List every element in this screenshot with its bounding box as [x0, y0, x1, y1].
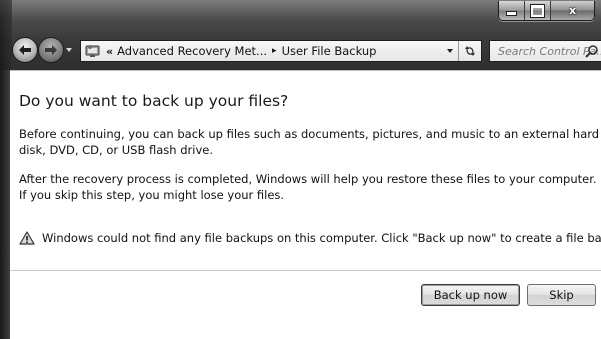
- breadcrumb-prefix[interactable]: «: [106, 45, 113, 58]
- maximize-icon: [530, 3, 545, 18]
- window-left-edge: [0, 70, 10, 339]
- explorer-window: x « Advanced Recovery Met... ▸ User File…: [0, 0, 601, 339]
- title-bar: x: [0, 0, 601, 30]
- recent-pages-dropdown[interactable]: [66, 48, 72, 52]
- search-icon[interactable]: [585, 44, 599, 58]
- address-bar[interactable]: « Advanced Recovery Met... ▸ User File B…: [80, 40, 482, 62]
- maximize-button[interactable]: [525, 1, 551, 20]
- forward-arrow-icon: [45, 45, 57, 55]
- navigation-bar: « Advanced Recovery Met... ▸ User File B…: [0, 33, 601, 67]
- refresh-icon: [465, 46, 475, 56]
- backup-description: Before continuing, you can back up files…: [19, 127, 600, 157]
- divider: [10, 270, 601, 271]
- control-panel-icon: [85, 43, 101, 59]
- breadcrumb: « Advanced Recovery Met... ▸ User File B…: [106, 44, 376, 58]
- warning-text: Windows could not find any file backups …: [42, 231, 601, 245]
- back-arrow-icon: [19, 45, 31, 55]
- refresh-button[interactable]: [458, 41, 481, 61]
- back-button[interactable]: [12, 37, 38, 63]
- forward-button[interactable]: [38, 37, 64, 63]
- minimize-button[interactable]: [499, 1, 525, 20]
- restore-description: After the recovery process is completed,…: [19, 172, 597, 202]
- search-input[interactable]: Search Control Pa...: [489, 40, 601, 62]
- content-pane: Do you want to back up your files? Befor…: [10, 70, 601, 339]
- close-button[interactable]: x: [551, 1, 594, 20]
- caption-buttons: x: [498, 1, 595, 21]
- breadcrumb-separator-icon[interactable]: ▸: [272, 46, 277, 56]
- address-dropdown-icon[interactable]: [447, 49, 453, 53]
- minimize-icon: [506, 11, 517, 16]
- page-title: Do you want to back up your files?: [19, 92, 289, 110]
- skip-button[interactable]: Skip: [527, 284, 596, 306]
- no-backups-warning: Windows could not find any file backups …: [19, 231, 601, 245]
- warning-icon: [19, 231, 35, 245]
- breadcrumb-item-user-file-backup[interactable]: User File Backup: [282, 44, 377, 58]
- close-icon: x: [568, 4, 577, 17]
- breadcrumb-item-advanced-recovery[interactable]: Advanced Recovery Met...: [117, 44, 267, 58]
- back-up-now-button[interactable]: Back up now: [421, 284, 520, 306]
